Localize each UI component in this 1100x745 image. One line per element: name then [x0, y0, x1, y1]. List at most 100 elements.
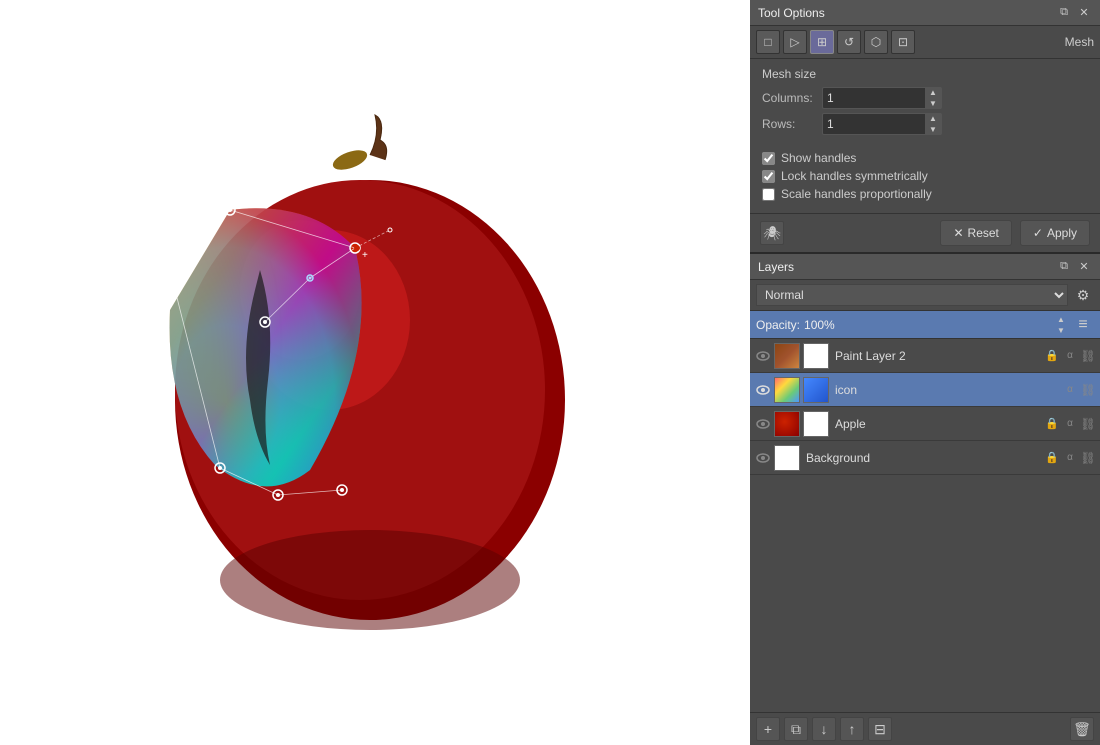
paint-tool-btn[interactable]: ⬡ [864, 30, 888, 54]
reset-x-icon: ✕ [953, 226, 963, 240]
layer-thumb-background [774, 445, 800, 471]
tool-options-title: Tool Options [758, 6, 825, 20]
raise-layer-btn[interactable]: ↑ [840, 717, 864, 741]
tool-toolbar: □ ▷ ⊞ ↺ ⬡ ⊡ Mesh [750, 26, 1100, 59]
layer-lock-icon [1044, 382, 1060, 398]
tool-options-close-btn[interactable]: ✕ [1076, 5, 1092, 21]
show-handles-label[interactable]: Show handles [781, 151, 856, 165]
reset-button[interactable]: ✕ Reset [940, 220, 1011, 246]
layer-row-apple[interactable]: Apple 🔒 α ⛓ [750, 407, 1100, 441]
opacity-value: 100% [804, 318, 1050, 332]
lock-handles-label[interactable]: Lock handles symmetrically [781, 169, 928, 183]
tool-options-header: Tool Options ⧉ ✕ [750, 0, 1100, 26]
right-panel: Tool Options ⧉ ✕ □ ▷ ⊞ ↺ ⬡ ⊡ Mesh Mesh s… [750, 0, 1100, 745]
layer-row-background[interactable]: Background 🔒 α ⛓ [750, 441, 1100, 475]
move-tool-btn[interactable]: ▷ [783, 30, 807, 54]
layer-chain-background: ⛓ [1080, 451, 1096, 465]
rotate-tool-btn[interactable]: ↺ [837, 30, 861, 54]
canvas-area[interactable]: + [0, 0, 750, 745]
rows-row: Rows: ▲ ▼ [762, 113, 1088, 135]
columns-down-btn[interactable]: ▼ [925, 98, 941, 109]
mesh-size-title: Mesh size [762, 67, 1088, 81]
opacity-menu-btn[interactable]: ≡ [1072, 314, 1094, 336]
rows-spin-btns: ▲ ▼ [925, 113, 941, 135]
layer-row-icon[interactable]: icon α ⛓ [750, 373, 1100, 407]
grid-tool-btn[interactable]: ⊞ [810, 30, 834, 54]
layers-header-icons: ⧉ ✕ [1056, 259, 1092, 275]
add-layer-btn[interactable]: + [756, 717, 780, 741]
layers-panel: Layers ⧉ ✕ Normal ⚙ Opacity: 100% ▲ ▼ ≡ [750, 254, 1100, 745]
scale-handles-label[interactable]: Scale handles proportionally [781, 187, 932, 201]
opacity-up-btn[interactable]: ▲ [1054, 314, 1068, 325]
layer-thumb-icon [774, 377, 800, 403]
rect-select-tool-btn[interactable]: □ [756, 30, 780, 54]
columns-input[interactable] [823, 91, 925, 105]
eye-icon-paint-layer-2 [756, 351, 770, 361]
columns-row: Columns: ▲ ▼ [762, 87, 1088, 109]
columns-spin-btns: ▲ ▼ [925, 87, 941, 109]
layers-expand-btn[interactable]: ⧉ [1056, 259, 1072, 275]
apply-button[interactable]: ✓ Apply [1020, 220, 1090, 246]
tool-options-header-icons: ⧉ ✕ [1056, 5, 1092, 21]
layer-name-apple: Apple [831, 417, 1042, 431]
rows-input[interactable] [823, 117, 925, 131]
layer-mask-icon [803, 377, 829, 403]
rows-up-btn[interactable]: ▲ [925, 113, 941, 124]
layer-row-paint-layer-2[interactable]: Paint Layer 2 🔒 α ⛓ [750, 339, 1100, 373]
reset-label: Reset [968, 226, 999, 240]
lower-layer-btn[interactable]: ↓ [812, 717, 836, 741]
layer-alpha-icon: α [1062, 384, 1078, 395]
apply-check-icon: ✓ [1033, 226, 1043, 240]
duplicate-layer-btn[interactable]: ⧉ [784, 717, 808, 741]
layer-lock-paint-layer-2: 🔒 [1044, 348, 1060, 364]
canvas-svg: + [0, 0, 750, 745]
lock-handles-checkbox[interactable] [762, 170, 775, 183]
layers-close-btn[interactable]: ✕ [1076, 259, 1092, 275]
layer-thumb-apple [774, 411, 800, 437]
layer-lock-background: 🔒 [1044, 450, 1060, 466]
layer-alpha-paint-layer-2: α [1062, 350, 1078, 361]
layer-alpha-apple: α [1062, 418, 1078, 429]
columns-up-btn[interactable]: ▲ [925, 87, 941, 98]
opacity-row: Opacity: 100% ▲ ▼ ≡ [750, 311, 1100, 339]
eye-icon-background [756, 453, 770, 463]
scale-handles-checkbox[interactable] [762, 188, 775, 201]
scale-handles-row: Scale handles proportionally [762, 187, 1088, 201]
tool-options-expand-btn[interactable]: ⧉ [1056, 5, 1072, 21]
mesh-label: Mesh [1065, 35, 1094, 49]
layer-chain-apple: ⛓ [1080, 417, 1096, 431]
checkboxes-section: Show handles Lock handles symmetrically … [750, 147, 1100, 213]
layer-filter-btn[interactable]: ⚙ [1072, 284, 1094, 306]
opacity-down-btn[interactable]: ▼ [1054, 325, 1068, 336]
show-handles-row: Show handles [762, 151, 1088, 165]
layer-lock-apple: 🔒 [1044, 416, 1060, 432]
tool-actions: 🕷 ✕ Reset ✓ Apply [750, 213, 1100, 252]
layer-visibility-icon[interactable] [754, 381, 772, 399]
layer-chain-paint-layer-2: ⛓ [1080, 349, 1096, 363]
layer-visibility-background[interactable] [754, 449, 772, 467]
layer-visibility-paint-layer-2[interactable] [754, 347, 772, 365]
transform-tool-btn[interactable]: ⊡ [891, 30, 915, 54]
tool-options-panel: Tool Options ⧉ ✕ □ ▷ ⊞ ↺ ⬡ ⊡ Mesh Mesh s… [750, 0, 1100, 254]
eye-icon-icon [756, 385, 770, 395]
layer-name-paint-layer-2: Paint Layer 2 [831, 349, 1042, 363]
layers-list: Paint Layer 2 🔒 α ⛓ i [750, 339, 1100, 712]
lock-handles-row: Lock handles symmetrically [762, 169, 1088, 183]
layer-visibility-apple[interactable] [754, 415, 772, 433]
rows-label: Rows: [762, 117, 822, 131]
merge-layer-btn[interactable]: ⊟ [868, 717, 892, 741]
opacity-arrows: ▲ ▼ [1054, 314, 1068, 336]
layer-mask-paint-layer-2 [803, 343, 829, 369]
mesh-size-section: Mesh size Columns: ▲ ▼ Rows: ▲ [750, 59, 1100, 147]
show-handles-checkbox[interactable] [762, 152, 775, 165]
rows-down-btn[interactable]: ▼ [925, 124, 941, 135]
layer-alpha-background: α [1062, 452, 1078, 463]
delete-layer-btn[interactable]: 🗑 [1070, 717, 1094, 741]
columns-label: Columns: [762, 91, 822, 105]
layers-title: Layers [758, 260, 794, 274]
spider-btn[interactable]: 🕷 [760, 221, 784, 245]
layer-mask-apple [803, 411, 829, 437]
layer-chain-icon: ⛓ [1080, 383, 1096, 397]
blend-mode-select[interactable]: Normal [756, 284, 1068, 306]
blend-row: Normal ⚙ [750, 280, 1100, 311]
